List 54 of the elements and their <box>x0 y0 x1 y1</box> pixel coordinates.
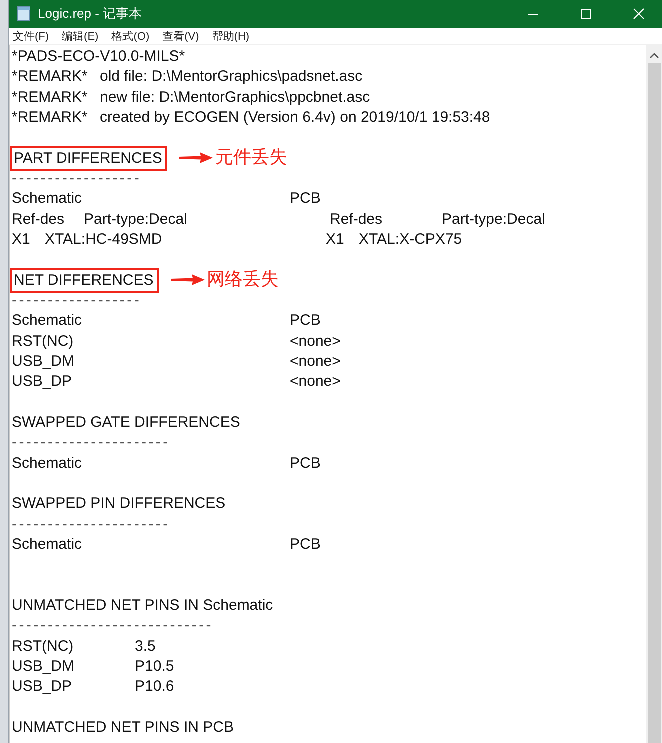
text-line: *PADS-ECO-V10.0-MILS* <box>12 47 186 67</box>
text-line: USB_DM <box>12 656 76 677</box>
section-heading: NET DIFFERENCES <box>10 268 159 293</box>
text-line: XTAL:X-CPX75 <box>359 230 464 250</box>
text-line: old file: D:\MentorGraphics\padsnet.asc <box>100 67 364 88</box>
menu-item[interactable]: 格式(O) <box>112 28 150 44</box>
text-line: *REMARK* <box>12 108 89 128</box>
text-line: USB_DM <box>12 352 76 372</box>
menu-item[interactable]: 查看(V) <box>162 28 200 44</box>
text-line: PCB <box>290 454 322 474</box>
text-line: X1 <box>326 230 346 250</box>
text-line: 3.5 <box>135 636 157 657</box>
text-line: ---------------------------- <box>12 616 214 636</box>
text-line: SWAPPED PIN DIFFERENCES <box>12 494 227 514</box>
text-line: ------------------ <box>12 290 143 311</box>
window-title: Logic.rep - 记事本 <box>38 5 142 23</box>
text-line: PCB <box>290 189 322 210</box>
annotation-label: 元件丢失 <box>215 148 288 168</box>
text-line: UNMATCHED NET PINS IN Schematic <box>12 596 274 616</box>
text-line: Part-type:Decal <box>442 210 546 230</box>
text-line: RST(NC) <box>12 636 75 657</box>
text-line: PCB <box>290 311 322 332</box>
text-line: Ref-des <box>330 210 384 230</box>
text-line: Schematic <box>12 189 84 210</box>
text-line: Ref-des <box>12 210 66 230</box>
text-line: ------------------ <box>12 168 143 189</box>
text-line: new file: D:\MentorGraphics\ppcbnet.asc <box>100 88 372 108</box>
text-line: <none> <box>290 372 342 392</box>
text-line: USB_DP <box>12 677 74 698</box>
section-heading: PART DIFFERENCES <box>10 146 168 171</box>
text-line: created by ECOGEN (Version 6.4v) on 2019/10/1 19:53:48 <box>100 108 492 128</box>
text-line: SWAPPED GATE DIFFERENCES <box>12 412 242 433</box>
text-line: Part-type:Decal <box>84 210 188 230</box>
text-line: PCB <box>290 534 322 555</box>
text-line: Schematic <box>12 534 84 555</box>
text-line: <none> <box>290 332 342 352</box>
text-line: ---------------------- <box>12 433 172 454</box>
text-line: ---------------------- <box>12 514 172 535</box>
text-line: P10.6 <box>135 677 176 698</box>
text-line: RST(NC) <box>12 332 75 352</box>
menu-item[interactable]: 文件(F) <box>13 28 50 44</box>
menu-item[interactable]: 编辑(E) <box>62 28 99 44</box>
menu-item[interactable]: 帮助(H) <box>212 28 250 44</box>
text-line: UNMATCHED NET PINS IN PCB <box>12 718 235 738</box>
text-line: Schematic <box>12 311 84 332</box>
text-line: USB_DP <box>12 372 74 392</box>
text-line: Schematic <box>12 454 84 474</box>
text-line: *REMARK* <box>12 88 89 108</box>
text-line: XTAL:HC-49SMD <box>45 230 164 250</box>
text-line: P10.5 <box>135 656 176 677</box>
text-line: <none> <box>290 352 342 372</box>
text-line: X1 <box>12 230 32 250</box>
annotation-label: 网络丢失 <box>206 270 279 290</box>
text-line: *REMARK* <box>12 67 89 88</box>
